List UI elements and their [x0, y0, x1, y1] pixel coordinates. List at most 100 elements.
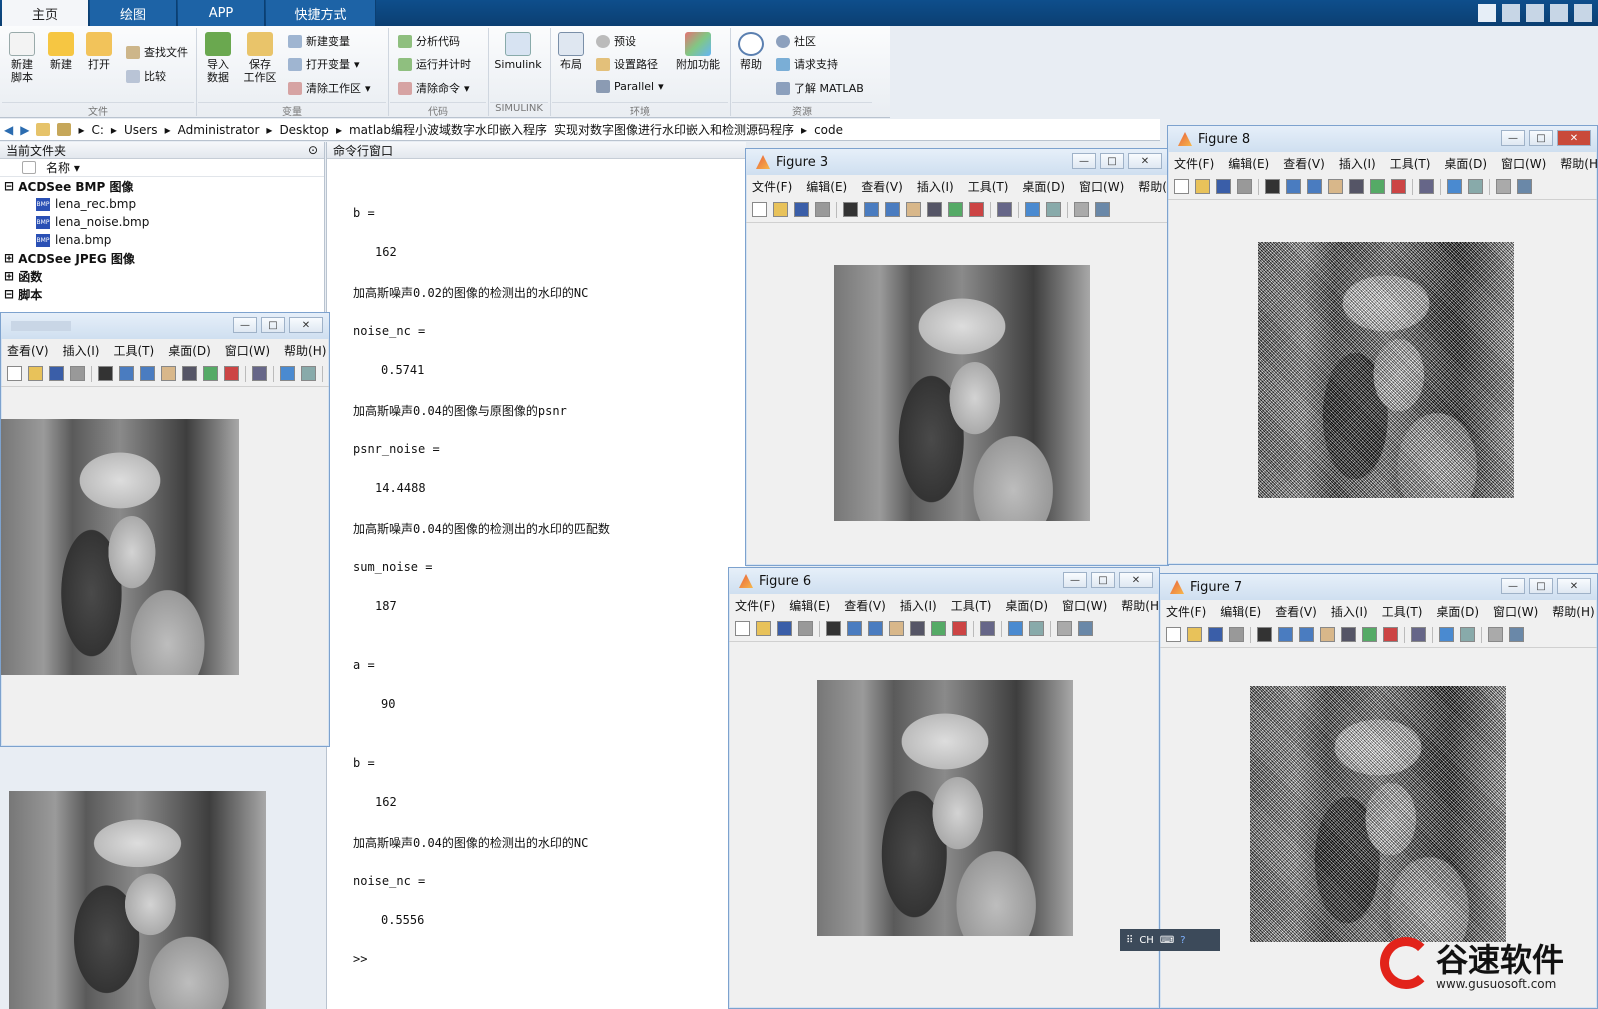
figure-menu-item[interactable]: 编辑(E) [1220, 603, 1261, 620]
figure-menu-item[interactable]: 帮助(H) [284, 342, 326, 359]
zoom-in-icon[interactable] [119, 366, 134, 381]
pan-icon[interactable] [1320, 627, 1335, 642]
new-script-button[interactable]: 新建 脚本 [6, 32, 38, 84]
rotate-icon[interactable] [910, 621, 925, 636]
breadcrumb-item[interactable]: C: [92, 123, 104, 137]
figure-menu-item[interactable]: 帮助(H) [1138, 178, 1168, 195]
minimize-icon[interactable]: — [1501, 130, 1525, 146]
new-button[interactable]: 新建 [46, 32, 76, 71]
breadcrumb-item[interactable]: Administrator [178, 123, 260, 137]
open-icon[interactable] [1187, 627, 1202, 642]
pan-icon[interactable] [161, 366, 176, 381]
link-icon[interactable] [1411, 627, 1426, 642]
figure-menu-item[interactable]: 插入(I) [63, 342, 100, 359]
pointer-icon[interactable] [98, 366, 113, 381]
tab-plots[interactable]: 绘图 [90, 0, 177, 26]
zoom-in-icon[interactable] [847, 621, 862, 636]
data-cursor-icon[interactable] [1370, 179, 1385, 194]
legend-icon[interactable] [1029, 621, 1044, 636]
pointer-icon[interactable] [1257, 627, 1272, 642]
figure-3-window[interactable]: Figure 3 — □ ✕ 文件(F) 编辑(E) 查看(V) 插入(I) 工具(T) 桌面… [745, 148, 1169, 566]
minimize-icon[interactable]: — [233, 317, 257, 333]
zoom-out-icon[interactable] [885, 202, 900, 217]
group-row[interactable]: ⊞ ACDSee JPEG 图像 [0, 249, 324, 267]
save-icon[interactable] [777, 621, 792, 636]
save-icon[interactable] [49, 366, 64, 381]
figure-menu-item[interactable]: 编辑(E) [1228, 155, 1269, 172]
panel-menu-icon[interactable]: ⊙ [308, 143, 318, 157]
help-button[interactable]: 帮助 [736, 32, 766, 71]
legend-icon[interactable] [301, 366, 316, 381]
maximize-icon[interactable]: □ [1529, 130, 1553, 146]
link-icon[interactable] [252, 366, 267, 381]
brush-icon[interactable] [1391, 179, 1406, 194]
show-tools-icon[interactable] [1517, 179, 1532, 194]
breadcrumb-item[interactable]: code [814, 123, 843, 137]
request-support-button[interactable]: 请求支持 [776, 56, 838, 72]
tab-apps[interactable]: APP [178, 0, 265, 26]
new-figure-icon[interactable] [735, 621, 750, 636]
zoom-out-icon[interactable] [868, 621, 883, 636]
find-files-button[interactable]: 查找文件 [126, 44, 188, 60]
print-icon[interactable] [798, 621, 813, 636]
figure-titlebar[interactable]: Figure 6 — □ ✕ [729, 568, 1159, 594]
brush-icon[interactable] [969, 202, 984, 217]
run-and-time-button[interactable]: 运行并计时 [398, 56, 471, 72]
pan-icon[interactable] [1328, 179, 1343, 194]
brush-icon[interactable] [952, 621, 967, 636]
learn-matlab-button[interactable]: 了解 MATLAB [776, 80, 864, 96]
close-icon[interactable]: ✕ [1557, 578, 1591, 594]
print-icon[interactable] [1229, 627, 1244, 642]
simulink-button[interactable]: Simulink [494, 32, 542, 71]
show-tools-icon[interactable] [1078, 621, 1093, 636]
figure-menu-item[interactable]: 工具(T) [951, 597, 992, 614]
minimize-icon[interactable]: — [1063, 572, 1087, 588]
breadcrumb-item[interactable]: matlab编程小波域数字水印嵌入程序 [349, 121, 547, 138]
figure-menu-item[interactable]: 文件(F) [735, 597, 775, 614]
zoom-out-icon[interactable] [140, 366, 155, 381]
community-button[interactable]: 社区 [776, 33, 816, 49]
rotate-icon[interactable] [1341, 627, 1356, 642]
print-icon[interactable] [70, 366, 85, 381]
save-icon[interactable] [1208, 627, 1223, 642]
help-icon[interactable]: ? [1180, 935, 1185, 946]
figure-menu-item[interactable]: 查看(V) [1283, 155, 1325, 172]
figure-menu-item[interactable]: 窗口(W) [225, 342, 270, 359]
rotate-icon[interactable] [1349, 179, 1364, 194]
add-ons-button[interactable]: 附加功能 [676, 32, 720, 71]
analyze-code-button[interactable]: 分析代码 [398, 33, 460, 49]
pointer-icon[interactable] [1265, 179, 1280, 194]
colorbar-icon[interactable] [1025, 202, 1040, 217]
figure-menu-item[interactable]: 工具(T) [113, 342, 154, 359]
close-icon[interactable]: ✕ [1557, 130, 1591, 146]
data-cursor-icon[interactable] [931, 621, 946, 636]
figure-menu-item[interactable]: 工具(T) [1382, 603, 1423, 620]
colorbar-icon[interactable] [1439, 627, 1454, 642]
search-docs-icon[interactable] [1478, 4, 1496, 22]
figure-menu-item[interactable]: 插入(I) [917, 178, 954, 195]
legend-icon[interactable] [1460, 627, 1475, 642]
zoom-in-icon[interactable] [1278, 627, 1293, 642]
parallel-button[interactable]: Parallel ▾ [596, 80, 664, 93]
figure-menu-item[interactable]: 窗口(W) [1493, 603, 1538, 620]
print-icon[interactable] [815, 202, 830, 217]
tab-shortcuts[interactable]: 快捷方式 [266, 0, 376, 26]
legend-icon[interactable] [1046, 202, 1061, 217]
link-icon[interactable] [1419, 179, 1434, 194]
back-arrow-icon[interactable]: ◀ [4, 123, 13, 137]
file-row[interactable]: BMP lena.bmp [0, 231, 324, 249]
figure-menu-item[interactable]: 编辑(E) [789, 597, 830, 614]
new-figure-icon[interactable] [752, 202, 767, 217]
hide-tools-icon[interactable] [1488, 627, 1503, 642]
cut-icon[interactable] [1526, 4, 1544, 22]
open-icon[interactable] [1195, 179, 1210, 194]
close-icon[interactable]: ✕ [1128, 153, 1162, 169]
import-data-button[interactable]: 导入 数据 [202, 32, 234, 84]
show-tools-icon[interactable] [1509, 627, 1524, 642]
zoom-out-icon[interactable] [1307, 179, 1322, 194]
zoom-in-icon[interactable] [1286, 179, 1301, 194]
maximize-icon[interactable]: □ [261, 317, 285, 333]
open-variable-button[interactable]: 打开变量 ▾ [288, 56, 360, 72]
figure-menu-item[interactable]: 桌面(D) [1022, 178, 1065, 195]
tab-home[interactable]: 主页 [2, 0, 89, 26]
